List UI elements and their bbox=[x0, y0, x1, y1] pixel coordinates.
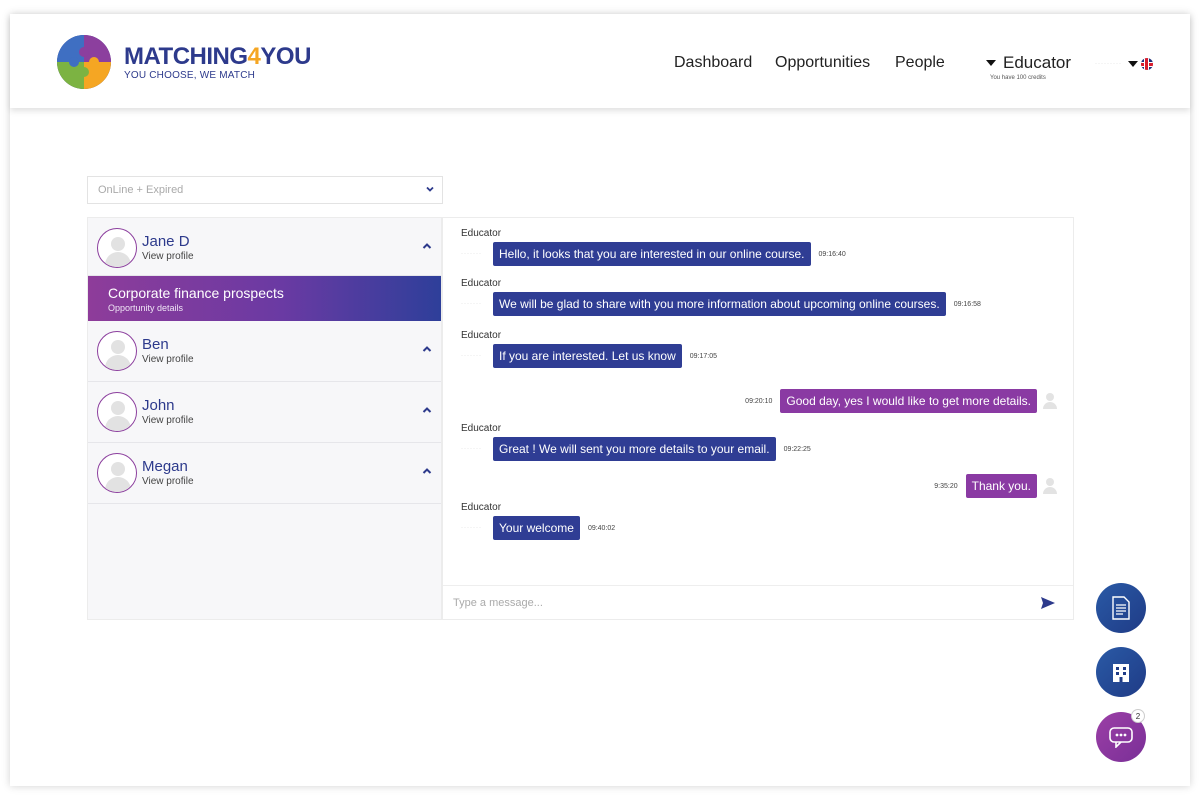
contact-name: Ben bbox=[142, 336, 169, 353]
nav-opportunities[interactable]: Opportunities bbox=[775, 54, 870, 72]
message-bubble: Great ! We will sent you more details to… bbox=[493, 437, 776, 461]
contact-item[interactable]: Megan View profile bbox=[88, 443, 441, 504]
uk-flag-icon bbox=[1140, 58, 1153, 70]
view-profile-link[interactable]: View profile bbox=[142, 251, 194, 262]
avatar bbox=[97, 228, 137, 268]
message-dots: ······· bbox=[461, 446, 482, 452]
message-dots: ······· bbox=[461, 353, 482, 359]
message-bubble: Hello, it looks that you are interested … bbox=[493, 242, 811, 266]
opportunity-details-link[interactable]: Opportunity details bbox=[108, 303, 183, 313]
message-time: 09:16:40 bbox=[818, 250, 846, 258]
nav-people[interactable]: People bbox=[895, 54, 945, 72]
send-icon[interactable] bbox=[1041, 597, 1055, 609]
chat-button[interactable]: 2 bbox=[1096, 709, 1146, 762]
view-profile-link[interactable]: View profile bbox=[142, 354, 194, 365]
role-label: Educator bbox=[1003, 53, 1072, 72]
view-profile-link[interactable]: View profile bbox=[142, 415, 194, 426]
language-selector[interactable]: ········· bbox=[1095, 58, 1153, 70]
building-icon bbox=[1113, 664, 1129, 682]
message-incoming: Educator ······· Your welcome 09:40:02 bbox=[461, 502, 623, 540]
chevron-up-icon[interactable] bbox=[422, 345, 432, 353]
opportunity-title: Corporate finance prospects bbox=[108, 285, 284, 301]
user-avatar-icon bbox=[1043, 393, 1057, 409]
brand-name: MATCHING4YOU bbox=[124, 43, 311, 70]
message-sender: Educator bbox=[461, 423, 502, 434]
brand-tagline: YOU CHOOSE, WE MATCH bbox=[124, 70, 256, 81]
message-sender: Educator bbox=[461, 278, 502, 289]
avatar bbox=[97, 392, 137, 432]
message-time: 09:22:25 bbox=[783, 445, 811, 453]
app-frame: MATCHING4YOU YOU CHOOSE, WE MATCH Dashbo… bbox=[10, 14, 1190, 786]
documents-button[interactable] bbox=[1096, 583, 1146, 633]
message-sender: Educator bbox=[461, 502, 502, 513]
message-incoming: Educator ······· If you are interested. … bbox=[461, 330, 725, 368]
message-outgoing: 09:20:10 Good day, yes I would like to g… bbox=[737, 389, 1057, 413]
message-time: 09:40:02 bbox=[587, 524, 616, 532]
view-profile-link[interactable]: View profile bbox=[142, 476, 194, 487]
message-outgoing: 9:35:20 Thank you. bbox=[926, 474, 1057, 498]
contact-item[interactable]: John View profile bbox=[88, 382, 441, 443]
opportunity-item[interactable]: Corporate finance prospects Opportunity … bbox=[88, 276, 441, 321]
organizations-button[interactable] bbox=[1096, 647, 1146, 697]
message-incoming: Educator ······· Hello, it looks that yo… bbox=[461, 228, 854, 266]
message-bubble: Thank you. bbox=[965, 474, 1037, 498]
chevron-down-icon bbox=[426, 186, 434, 192]
contact-name: John bbox=[142, 397, 175, 414]
message-time: 09:16:58 bbox=[953, 300, 981, 308]
puzzle-logo-icon[interactable] bbox=[56, 34, 112, 90]
filter-value: OnLine + Expired bbox=[98, 184, 184, 196]
contact-list: Jane D View profile Corporate finance pr… bbox=[87, 217, 442, 620]
message-bubble: We will be glad to share with you more i… bbox=[493, 292, 946, 316]
chevron-up-icon[interactable] bbox=[422, 406, 432, 414]
message-time: 9:35:20 bbox=[934, 482, 958, 490]
status-filter-select[interactable]: OnLine + Expired bbox=[87, 176, 443, 204]
caret-down-icon bbox=[1127, 61, 1138, 67]
message-dots: ······· bbox=[461, 301, 482, 307]
language-separator: ········· bbox=[1095, 61, 1122, 67]
avatar bbox=[97, 331, 137, 371]
user-avatar-icon bbox=[1043, 478, 1057, 494]
contact-name: Jane D bbox=[142, 233, 190, 250]
contact-item[interactable]: Ben View profile bbox=[88, 321, 441, 382]
message-input[interactable] bbox=[453, 595, 1013, 611]
message-sender: Educator bbox=[461, 228, 502, 239]
message-bubble: Your welcome bbox=[493, 516, 580, 540]
contact-name: Megan bbox=[142, 458, 188, 475]
avatar bbox=[97, 453, 137, 493]
message-incoming: Educator ······· Great ! We will sent yo… bbox=[461, 423, 819, 461]
brand[interactable]: MATCHING4YOU YOU CHOOSE, WE MATCH bbox=[124, 43, 311, 82]
message-sender: Educator bbox=[461, 330, 502, 341]
top-header: MATCHING4YOU YOU CHOOSE, WE MATCH Dashbo… bbox=[10, 14, 1190, 108]
chat-bubble-icon bbox=[1109, 727, 1133, 748]
message-time: 09:17:05 bbox=[689, 352, 718, 360]
nav-dashboard[interactable]: Dashboard bbox=[674, 54, 752, 72]
role-dropdown[interactable]: Educator You have 100 credits bbox=[986, 53, 1071, 81]
caret-down-icon bbox=[986, 60, 996, 66]
message-dots: ······· bbox=[461, 251, 482, 257]
message-bubble: If you are interested. Let us know bbox=[493, 344, 682, 368]
chevron-up-icon[interactable] bbox=[422, 242, 432, 250]
chevron-up-icon[interactable] bbox=[422, 467, 432, 475]
chat-panel: Educator ······· Hello, it looks that yo… bbox=[442, 217, 1074, 620]
credits-text: You have 100 credits bbox=[990, 75, 1046, 81]
message-composer bbox=[443, 585, 1073, 619]
message-dots: ······· bbox=[461, 525, 482, 531]
message-bubble: Good day, yes I would like to get more d… bbox=[780, 389, 1037, 413]
document-icon bbox=[1112, 596, 1130, 620]
notification-badge: 2 bbox=[1131, 709, 1145, 723]
contact-item[interactable]: Jane D View profile bbox=[88, 218, 441, 276]
message-time: 09:20:10 bbox=[745, 397, 773, 405]
message-incoming: Educator ······· We will be glad to shar… bbox=[461, 278, 989, 316]
